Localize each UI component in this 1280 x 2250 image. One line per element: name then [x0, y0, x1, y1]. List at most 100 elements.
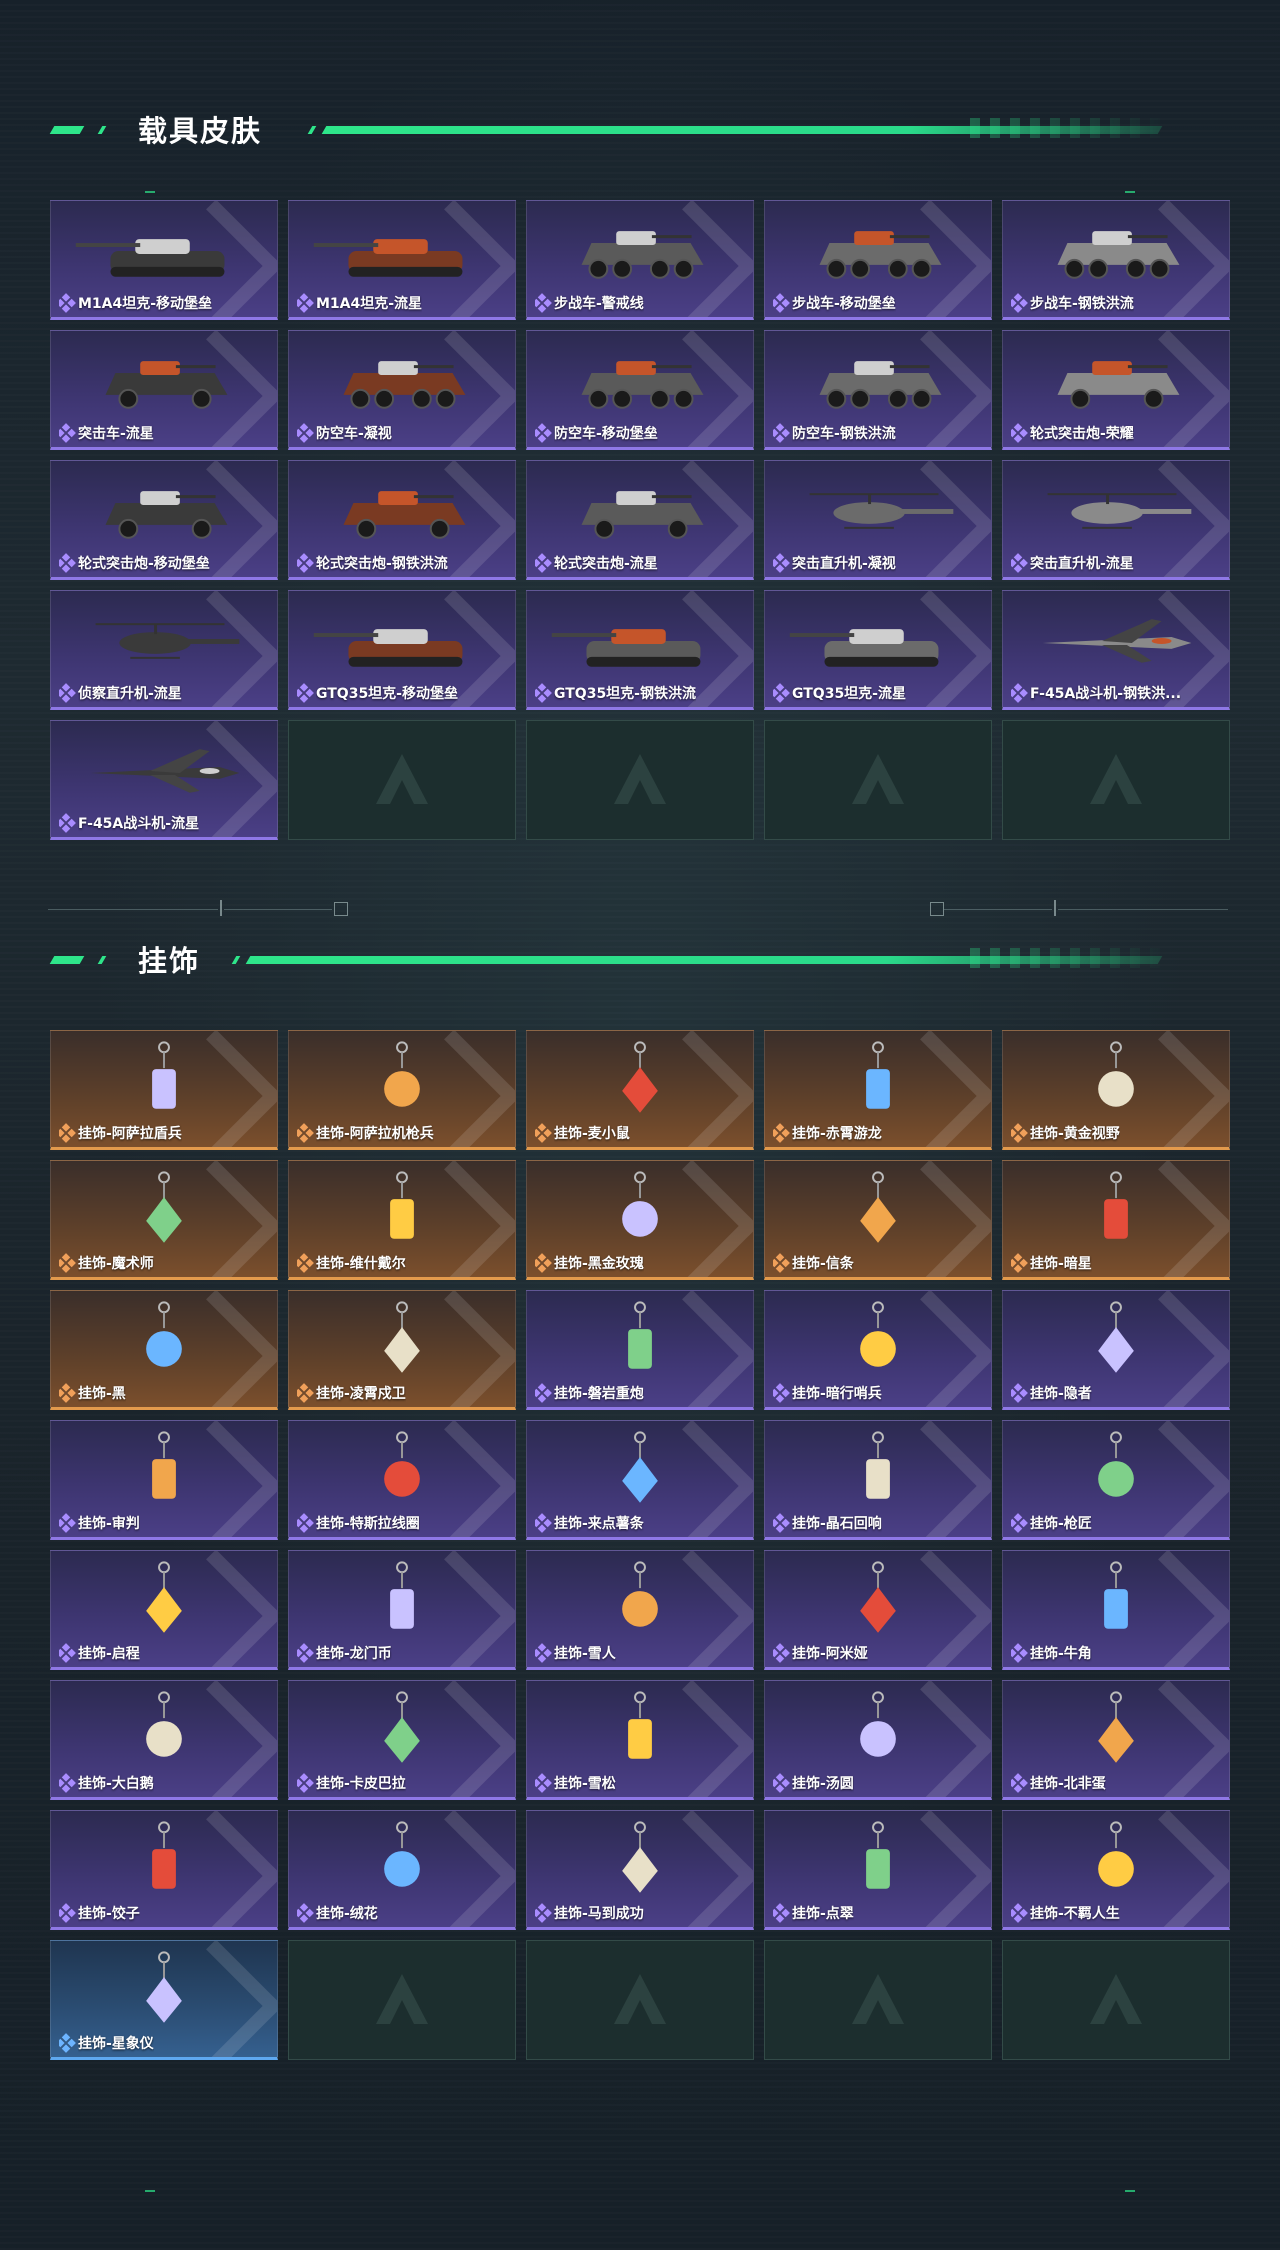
rarity-diamond-icon: [1011, 423, 1028, 443]
item-name: 轮式突击炮-荣耀: [1030, 426, 1134, 442]
item-label: 挂饰-牛角: [1011, 1643, 1223, 1663]
charm-card[interactable]: 挂饰-黄金视野: [1002, 1030, 1230, 1150]
item-label: 挂饰-魔术师: [59, 1253, 271, 1273]
wheeled-gun-icon: [343, 491, 466, 539]
vehicle-skin-card[interactable]: F-45A战斗机-流星: [50, 720, 278, 840]
charm-card[interactable]: 挂饰-魔术师: [50, 1160, 278, 1280]
rarity-diamond-icon: [297, 1513, 314, 1533]
item-name: 挂饰-黑: [78, 1386, 126, 1402]
item-name: 轮式突击炮-流星: [554, 556, 658, 572]
vehicle-skin-card[interactable]: 步战车-钢铁洪流: [1002, 200, 1230, 320]
charm-card[interactable]: 挂饰-点翠: [764, 1810, 992, 1930]
charm-card[interactable]: 挂饰-卡皮巴拉: [288, 1680, 516, 1800]
charm-pendant-icon: [1104, 1171, 1128, 1239]
item-label: F-45A战斗机-钢铁洪...: [1011, 683, 1223, 703]
charm-card[interactable]: 挂饰-黑金玫瑰: [526, 1160, 754, 1280]
charm-pendant-icon: [152, 1821, 176, 1889]
vehicle-skin-card[interactable]: 防空车-凝视: [288, 330, 516, 450]
charm-card[interactable]: 挂饰-维什戴尔: [288, 1160, 516, 1280]
header-accent-tick: [97, 126, 107, 134]
charm-card[interactable]: 挂饰-马到成功: [526, 1810, 754, 1930]
charm-pendant-icon: [866, 1821, 890, 1889]
item-label: 突击直升机-流星: [1011, 553, 1223, 573]
empty-slot: [288, 720, 516, 840]
charm-card[interactable]: 挂饰-来点薯条: [526, 1420, 754, 1540]
vehicle-skin-card[interactable]: 突击直升机-凝视: [764, 460, 992, 580]
logo-watermark-icon: [614, 1974, 666, 2024]
item-name: 挂饰-饺子: [78, 1906, 140, 1922]
vehicle-skin-card[interactable]: GTQ35坦克-流星: [764, 590, 992, 710]
vehicle-skin-card[interactable]: M1A4坦克-流星: [288, 200, 516, 320]
jet-icon: [90, 749, 240, 793]
vehicle-skin-card[interactable]: GTQ35坦克-移动堡垒: [288, 590, 516, 710]
item-name: 挂饰-启程: [78, 1646, 140, 1662]
vehicle-skin-card[interactable]: 步战车-警戒线: [526, 200, 754, 320]
vehicle-skin-card[interactable]: GTQ35坦克-钢铁洪流: [526, 590, 754, 710]
charm-card[interactable]: 挂饰-雪松: [526, 1680, 754, 1800]
charm-card[interactable]: 挂饰-隐者: [1002, 1290, 1230, 1410]
tank-icon: [789, 629, 939, 667]
charm-card[interactable]: 挂饰-牛角: [1002, 1550, 1230, 1670]
item-name: 挂饰-马到成功: [554, 1906, 644, 1922]
charm-card[interactable]: 挂饰-磐岩重炮: [526, 1290, 754, 1410]
item-label: 挂饰-来点薯条: [535, 1513, 747, 1533]
rarity-diamond-icon: [59, 1123, 76, 1143]
charm-card[interactable]: 挂饰-饺子: [50, 1810, 278, 1930]
charm-card[interactable]: 挂饰-绒花: [288, 1810, 516, 1930]
charm-card[interactable]: 挂饰-枪匠: [1002, 1420, 1230, 1540]
item-name: 挂饰-枪匠: [1030, 1516, 1092, 1532]
charm-card[interactable]: 挂饰-雪人: [526, 1550, 754, 1670]
item-name: 挂饰-黑金玫瑰: [554, 1256, 644, 1272]
vehicle-skin-card[interactable]: 轮式突击炮-荣耀: [1002, 330, 1230, 450]
vehicle-skin-card[interactable]: 轮式突击炮-移动堡垒: [50, 460, 278, 580]
vehicle-skin-card[interactable]: 步战车-移动堡垒: [764, 200, 992, 320]
vehicle-skin-card[interactable]: 侦察直升机-流星: [50, 590, 278, 710]
item-label: 挂饰-龙门币: [297, 1643, 509, 1663]
vehicle-skin-card[interactable]: 轮式突击炮-钢铁洪流: [288, 460, 516, 580]
item-label: 挂饰-黑金玫瑰: [535, 1253, 747, 1273]
header-accent-bar: [49, 126, 85, 134]
rarity-diamond-icon: [535, 1513, 552, 1533]
item-name: 挂饰-绒花: [316, 1906, 378, 1922]
charm-card[interactable]: 挂饰-黑: [50, 1290, 278, 1410]
item-label: 挂饰-启程: [59, 1643, 271, 1663]
tank-icon: [313, 239, 463, 277]
charm-card[interactable]: 挂饰-晶石回响: [764, 1420, 992, 1540]
vehicle-skin-card[interactable]: 防空车-钢铁洪流: [764, 330, 992, 450]
charm-card[interactable]: 挂饰-不羁人生: [1002, 1810, 1230, 1930]
charm-card[interactable]: 挂饰-暗星: [1002, 1160, 1230, 1280]
charm-card[interactable]: 挂饰-麦小鼠: [526, 1030, 754, 1150]
charm-card[interactable]: 挂饰-龙门币: [288, 1550, 516, 1670]
charm-card[interactable]: 挂饰-审判: [50, 1420, 278, 1540]
charm-card[interactable]: 挂饰-赤霄游龙: [764, 1030, 992, 1150]
charm-card[interactable]: 挂饰-信条: [764, 1160, 992, 1280]
charm-card[interactable]: 挂饰-暗行哨兵: [764, 1290, 992, 1410]
charm-card[interactable]: 挂饰-阿萨拉机枪兵: [288, 1030, 516, 1150]
vehicle-skin-card[interactable]: 轮式突击炮-流星: [526, 460, 754, 580]
charm-card[interactable]: 挂饰-北非蛋: [1002, 1680, 1230, 1800]
rarity-diamond-icon: [1011, 553, 1028, 573]
header-accent-tick: [231, 956, 241, 964]
item-label: 防空车-凝视: [297, 423, 509, 443]
charms-grid: 挂饰-阿萨拉盾兵 挂饰-阿萨拉机枪兵 挂饰-麦小鼠 挂饰-赤霄游龙 挂饰-黄金视野 挂饰-…: [50, 1030, 1230, 2060]
charm-card[interactable]: 挂饰-启程: [50, 1550, 278, 1670]
charm-card[interactable]: 挂饰-特斯拉线圈: [288, 1420, 516, 1540]
item-name: 挂饰-凌霄戍卫: [316, 1386, 406, 1402]
item-name: 挂饰-卡皮巴拉: [316, 1776, 406, 1792]
rarity-diamond-icon: [297, 1383, 314, 1403]
vehicle-skin-card[interactable]: 突击车-流星: [50, 330, 278, 450]
charm-card[interactable]: 挂饰-阿萨拉盾兵: [50, 1030, 278, 1150]
charm-card[interactable]: 挂饰-汤圆: [764, 1680, 992, 1800]
charm-card[interactable]: 挂饰-凌霄戍卫: [288, 1290, 516, 1410]
vehicle-skin-card[interactable]: 突击直升机-流星: [1002, 460, 1230, 580]
item-label: 轮式突击炮-流星: [535, 553, 747, 573]
vehicle-skin-card[interactable]: M1A4坦克-移动堡垒: [50, 200, 278, 320]
item-name: 步战车-移动堡垒: [792, 296, 896, 312]
charm-pendant-icon: [146, 1171, 182, 1243]
ifv-icon: [581, 361, 704, 409]
charm-card[interactable]: 挂饰-阿米娅: [764, 1550, 992, 1670]
vehicle-skin-card[interactable]: 防空车-移动堡垒: [526, 330, 754, 450]
vehicle-skin-card[interactable]: F-45A战斗机-钢铁洪...: [1002, 590, 1230, 710]
charm-card[interactable]: 挂饰-大白鹅: [50, 1680, 278, 1800]
charm-card[interactable]: 挂饰-星象仪: [50, 1940, 278, 2060]
